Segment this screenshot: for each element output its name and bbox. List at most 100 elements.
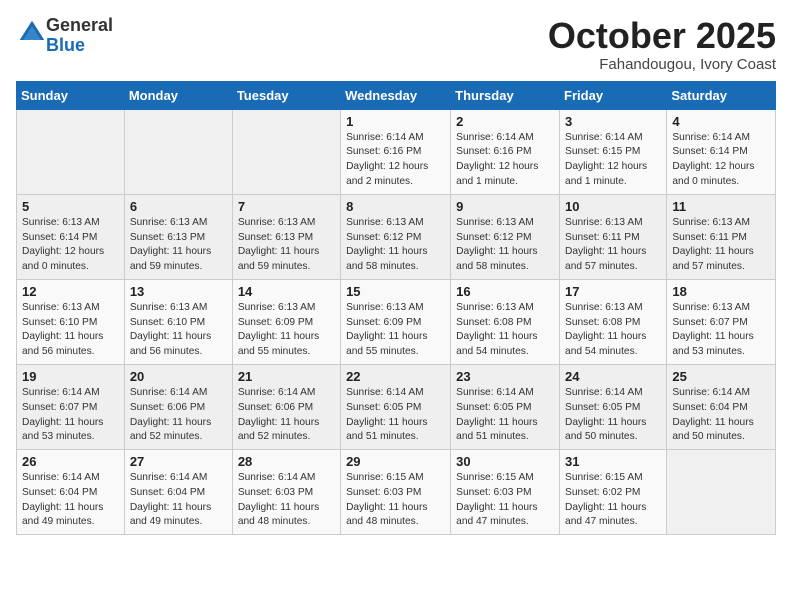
- day-info: Sunrise: 6:13 AM Sunset: 6:07 PM Dayligh…: [672, 301, 770, 360]
- calendar-day-cell: 6Sunrise: 6:13 AM Sunset: 6:13 PM Daylig…: [124, 194, 232, 279]
- day-number: 10: [565, 199, 661, 214]
- calendar-day-cell: [17, 109, 125, 194]
- month-title: October 2025: [548, 16, 776, 56]
- weekday-header: Sunday: [17, 81, 125, 109]
- day-info: Sunrise: 6:14 AM Sunset: 6:15 PM Dayligh…: [565, 131, 661, 190]
- logo-blue: Blue: [46, 35, 85, 55]
- logo-text: General Blue: [46, 16, 113, 56]
- day-info: Sunrise: 6:13 AM Sunset: 6:12 PM Dayligh…: [456, 216, 554, 275]
- day-number: 28: [238, 454, 335, 469]
- day-number: 16: [456, 284, 554, 299]
- calendar-day-cell: 27Sunrise: 6:14 AM Sunset: 6:04 PM Dayli…: [124, 450, 232, 535]
- day-info: Sunrise: 6:13 AM Sunset: 6:08 PM Dayligh…: [565, 301, 661, 360]
- weekday-header: Tuesday: [232, 81, 340, 109]
- calendar-day-cell: 5Sunrise: 6:13 AM Sunset: 6:14 PM Daylig…: [17, 194, 125, 279]
- day-info: Sunrise: 6:14 AM Sunset: 6:05 PM Dayligh…: [456, 386, 554, 445]
- calendar-day-cell: 7Sunrise: 6:13 AM Sunset: 6:13 PM Daylig…: [232, 194, 340, 279]
- day-number: 29: [346, 454, 445, 469]
- calendar-week-row: 1Sunrise: 6:14 AM Sunset: 6:16 PM Daylig…: [17, 109, 776, 194]
- calendar-day-cell: 11 Sunrise: 6:13 AM Sunset: 6:11 PM Dayli…: [667, 194, 776, 279]
- day-info: Sunrise: 6:13 AM Sunset: 6:10 PM Dayligh…: [22, 301, 119, 360]
- calendar-day-cell: 9 Sunrise: 6:13 AM Sunset: 6:12 PM Daylig…: [451, 194, 560, 279]
- day-info: Sunrise: 6:14 AM Sunset: 6:06 PM Dayligh…: [238, 386, 335, 445]
- weekday-header: Friday: [560, 81, 667, 109]
- day-info: Sunrise: 6:14 AM Sunset: 6:04 PM Dayligh…: [130, 471, 227, 530]
- calendar-day-cell: 8Sunrise: 6:13 AM Sunset: 6:12 PM Daylig…: [341, 194, 451, 279]
- calendar-week-row: 26 Sunrise: 6:14 AM Sunset: 6:04 PM Dayli…: [17, 450, 776, 535]
- calendar-day-cell: 2 Sunrise: 6:14 AM Sunset: 6:16 PM Daylig…: [451, 109, 560, 194]
- calendar-day-cell: 28 Sunrise: 6:14 AM Sunset: 6:03 PM Dayli…: [232, 450, 340, 535]
- day-info: Sunrise: 6:13 AM Sunset: 6:10 PM Dayligh…: [130, 301, 227, 360]
- calendar-day-cell: 18 Sunrise: 6:13 AM Sunset: 6:07 PM Dayli…: [667, 279, 776, 364]
- day-number: 31: [565, 454, 661, 469]
- day-info: Sunrise: 6:13 AM Sunset: 6:11 PM Dayligh…: [565, 216, 661, 275]
- day-number: 20: [130, 369, 227, 384]
- calendar-day-cell: 4 Sunrise: 6:14 AM Sunset: 6:14 PM Daylig…: [667, 109, 776, 194]
- calendar-day-cell: 25 Sunrise: 6:14 AM Sunset: 6:04 PM Dayli…: [667, 364, 776, 449]
- calendar-day-cell: [232, 109, 340, 194]
- day-number: 7: [238, 199, 335, 214]
- calendar-day-cell: 30Sunrise: 6:15 AM Sunset: 6:03 PM Dayli…: [451, 450, 560, 535]
- day-number: 2: [456, 114, 554, 129]
- page-header: General Blue October 2025 Fahandougou, I…: [16, 16, 776, 73]
- day-number: 15: [346, 284, 445, 299]
- day-info: Sunrise: 6:14 AM Sunset: 6:16 PM Dayligh…: [456, 131, 554, 190]
- calendar-day-cell: 26 Sunrise: 6:14 AM Sunset: 6:04 PM Dayli…: [17, 450, 125, 535]
- day-info: Sunrise: 6:13 AM Sunset: 6:13 PM Dayligh…: [130, 216, 227, 275]
- day-number: 22: [346, 369, 445, 384]
- weekday-header: Thursday: [451, 81, 560, 109]
- calendar-day-cell: 13Sunrise: 6:13 AM Sunset: 6:10 PM Dayli…: [124, 279, 232, 364]
- calendar-header-row: SundayMondayTuesdayWednesdayThursdayFrid…: [17, 81, 776, 109]
- day-info: Sunrise: 6:13 AM Sunset: 6:08 PM Dayligh…: [456, 301, 554, 360]
- day-number: 14: [238, 284, 335, 299]
- calendar-day-cell: 15 Sunrise: 6:13 AM Sunset: 6:09 PM Dayli…: [341, 279, 451, 364]
- day-number: 18: [672, 284, 770, 299]
- calendar-day-cell: 24Sunrise: 6:14 AM Sunset: 6:05 PM Dayli…: [560, 364, 667, 449]
- day-number: 30: [456, 454, 554, 469]
- day-info: Sunrise: 6:14 AM Sunset: 6:14 PM Dayligh…: [672, 131, 770, 190]
- calendar-day-cell: 3Sunrise: 6:14 AM Sunset: 6:15 PM Daylig…: [560, 109, 667, 194]
- calendar-day-cell: 19Sunrise: 6:14 AM Sunset: 6:07 PM Dayli…: [17, 364, 125, 449]
- day-number: 4: [672, 114, 770, 129]
- logo: General Blue: [16, 16, 113, 56]
- calendar-day-cell: 14 Sunrise: 6:13 AM Sunset: 6:09 PM Dayli…: [232, 279, 340, 364]
- weekday-header: Saturday: [667, 81, 776, 109]
- day-info: Sunrise: 6:14 AM Sunset: 6:04 PM Dayligh…: [672, 386, 770, 445]
- day-number: 9: [456, 199, 554, 214]
- calendar-week-row: 19Sunrise: 6:14 AM Sunset: 6:07 PM Dayli…: [17, 364, 776, 449]
- day-number: 11: [672, 199, 770, 214]
- calendar-day-cell: 23 Sunrise: 6:14 AM Sunset: 6:05 PM Dayli…: [451, 364, 560, 449]
- day-number: 25: [672, 369, 770, 384]
- weekday-header: Wednesday: [341, 81, 451, 109]
- logo-icon: [18, 19, 46, 47]
- day-number: 26: [22, 454, 119, 469]
- day-info: Sunrise: 6:14 AM Sunset: 6:03 PM Dayligh…: [238, 471, 335, 530]
- day-number: 19: [22, 369, 119, 384]
- day-info: Sunrise: 6:14 AM Sunset: 6:04 PM Dayligh…: [22, 471, 119, 530]
- calendar-day-cell: 17Sunrise: 6:13 AM Sunset: 6:08 PM Dayli…: [560, 279, 667, 364]
- calendar-day-cell: 12 Sunrise: 6:13 AM Sunset: 6:10 PM Dayli…: [17, 279, 125, 364]
- calendar-table: SundayMondayTuesdayWednesdayThursdayFrid…: [16, 81, 776, 536]
- day-info: Sunrise: 6:13 AM Sunset: 6:12 PM Dayligh…: [346, 216, 445, 275]
- day-info: Sunrise: 6:13 AM Sunset: 6:09 PM Dayligh…: [238, 301, 335, 360]
- day-info: Sunrise: 6:14 AM Sunset: 6:16 PM Dayligh…: [346, 131, 445, 190]
- calendar-day-cell: 20 Sunrise: 6:14 AM Sunset: 6:06 PM Dayli…: [124, 364, 232, 449]
- day-info: Sunrise: 6:14 AM Sunset: 6:05 PM Dayligh…: [565, 386, 661, 445]
- calendar-day-cell: 16 Sunrise: 6:13 AM Sunset: 6:08 PM Dayli…: [451, 279, 560, 364]
- calendar-day-cell: [124, 109, 232, 194]
- day-number: 23: [456, 369, 554, 384]
- day-number: 21: [238, 369, 335, 384]
- day-info: Sunrise: 6:13 AM Sunset: 6:09 PM Dayligh…: [346, 301, 445, 360]
- day-number: 12: [22, 284, 119, 299]
- day-info: Sunrise: 6:14 AM Sunset: 6:06 PM Dayligh…: [130, 386, 227, 445]
- calendar-day-cell: 31 Sunrise: 6:15 AM Sunset: 6:02 PM Dayli…: [560, 450, 667, 535]
- calendar-day-cell: 21 Sunrise: 6:14 AM Sunset: 6:06 PM Dayli…: [232, 364, 340, 449]
- calendar-day-cell: [667, 450, 776, 535]
- day-info: Sunrise: 6:15 AM Sunset: 6:02 PM Dayligh…: [565, 471, 661, 530]
- day-info: Sunrise: 6:13 AM Sunset: 6:14 PM Dayligh…: [22, 216, 119, 275]
- calendar-day-cell: 22 Sunrise: 6:14 AM Sunset: 6:05 PM Dayli…: [341, 364, 451, 449]
- calendar-week-row: 12 Sunrise: 6:13 AM Sunset: 6:10 PM Dayli…: [17, 279, 776, 364]
- day-info: Sunrise: 6:14 AM Sunset: 6:05 PM Dayligh…: [346, 386, 445, 445]
- location: Fahandougou, Ivory Coast: [548, 56, 776, 73]
- day-info: Sunrise: 6:13 AM Sunset: 6:11 PM Dayligh…: [672, 216, 770, 275]
